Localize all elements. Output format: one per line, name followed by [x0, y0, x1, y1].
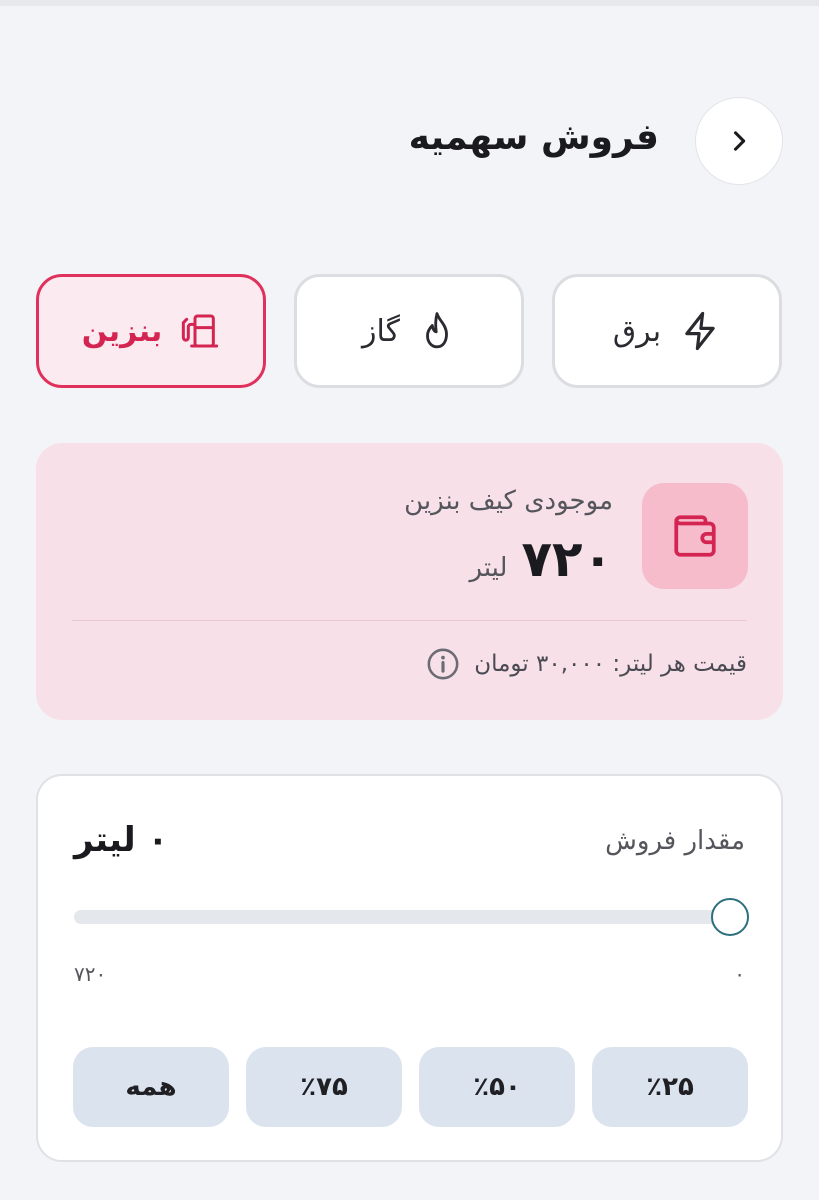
- back-button[interactable]: [695, 97, 783, 185]
- sell-slider-track[interactable]: [74, 910, 724, 924]
- page: فروش سهمیه برق گاز بنزین موجودی کیف بنزی…: [0, 0, 819, 1200]
- tab-electricity-label: برق: [612, 313, 662, 349]
- quick-all-button[interactable]: همه: [73, 1047, 229, 1127]
- tab-petrol[interactable]: بنزین: [36, 274, 266, 388]
- sell-amount-label: مقدار فروش: [605, 826, 745, 856]
- slider-min-label: ۰: [734, 962, 745, 986]
- info-icon[interactable]: [426, 647, 460, 681]
- tab-gas[interactable]: گاز: [294, 274, 524, 388]
- quick-50-percent-button[interactable]: ٪۵۰: [419, 1047, 575, 1127]
- fuel-pump-icon: [180, 311, 220, 351]
- sell-amount-card: مقدار فروش ۰ لیتر ۰ ۷۲۰ ٪۲۵ ٪۵۰ ٪۷۵ همه: [36, 774, 783, 1162]
- quick-75-percent-button[interactable]: ٪۷۵: [246, 1047, 402, 1127]
- sell-slider-thumb[interactable]: [711, 898, 749, 936]
- quick-25-percent-button[interactable]: ٪۲۵: [592, 1047, 748, 1127]
- wallet-icon: [674, 515, 716, 557]
- page-title: فروش سهمیه: [408, 117, 659, 158]
- sell-amount-value: ۰ لیتر: [74, 820, 169, 860]
- slider-max-label: ۷۲۰: [74, 962, 107, 986]
- wallet-icon-box: [642, 483, 748, 589]
- balance-value-row: ۷۲۰ لیتر: [469, 529, 613, 589]
- price-text: قیمت هر لیتر: ۳۰,۰۰۰ تومان: [474, 651, 747, 677]
- chevron-right-icon: [733, 131, 746, 151]
- balance-divider: [72, 620, 747, 621]
- lightning-icon: [679, 310, 721, 352]
- balance-unit: لیتر: [469, 553, 508, 583]
- tab-petrol-label: بنزین: [81, 313, 163, 349]
- balance-card: موجودی کیف بنزین ۷۲۰ لیتر قیمت هر لیتر: …: [36, 443, 783, 720]
- tab-electricity[interactable]: برق: [552, 274, 782, 388]
- balance-value: ۷۲۰: [521, 530, 613, 588]
- tab-gas-label: گاز: [362, 313, 400, 349]
- price-info: قیمت هر لیتر: ۳۰,۰۰۰ تومان: [426, 647, 747, 681]
- top-divider: [0, 0, 819, 6]
- flame-icon: [418, 310, 456, 352]
- balance-label: موجودی کیف بنزین: [404, 486, 613, 516]
